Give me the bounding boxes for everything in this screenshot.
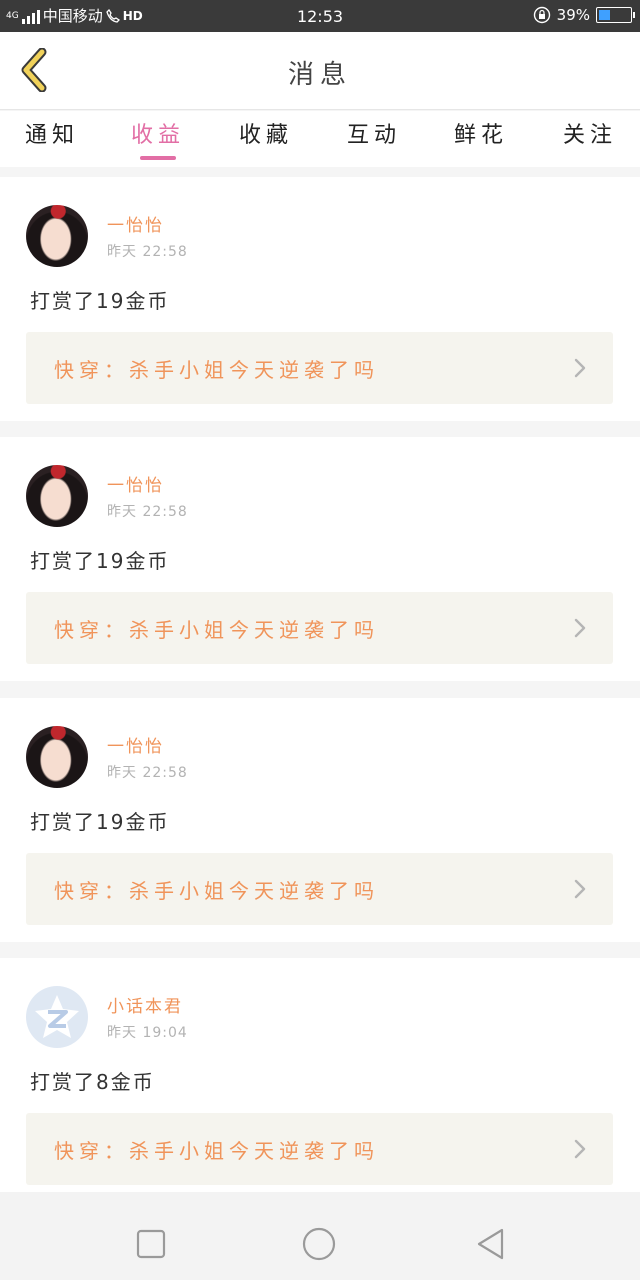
user-name[interactable]: 一怡怡 xyxy=(107,211,164,236)
book-link[interactable]: 快穿：杀手小姐今天逆袭了吗 xyxy=(26,592,613,664)
home-button[interactable] xyxy=(302,1227,336,1261)
message-time: 昨天 22:58 xyxy=(107,765,188,781)
system-nav-bar xyxy=(0,1192,640,1280)
user-name[interactable]: 一怡怡 xyxy=(107,732,164,757)
active-tab-indicator xyxy=(140,156,176,160)
reward-text: 打赏了8金币 xyxy=(30,1070,155,1094)
rotation-lock-icon xyxy=(533,6,550,24)
reward-text: 打赏了19金币 xyxy=(30,289,170,313)
book-title: 快穿：杀手小姐今天逆袭了吗 xyxy=(54,1139,379,1163)
tab-bar: 通知 收益 收藏 互动 鲜花 关注 xyxy=(0,111,640,167)
chevron-right-icon xyxy=(573,1139,587,1159)
book-title: 快穿：杀手小姐今天逆袭了吗 xyxy=(54,618,379,642)
book-title: 快穿：杀手小姐今天逆袭了吗 xyxy=(54,358,379,382)
user-name[interactable]: 一怡怡 xyxy=(107,471,164,496)
book-title: 快穿：杀手小姐今天逆袭了吗 xyxy=(54,879,379,903)
chevron-right-icon xyxy=(573,618,587,638)
avatar[interactable] xyxy=(26,726,88,788)
message-card: 小话本君昨天 19:04 打赏了8金币快穿：杀手小姐今天逆袭了吗 xyxy=(0,958,640,1202)
triangle-back-icon xyxy=(477,1228,504,1260)
message-card: 一怡怡昨天 22:58 打赏了19金币快穿：杀手小姐今天逆袭了吗 xyxy=(0,698,640,942)
chevron-right-icon xyxy=(573,879,587,899)
avatar[interactable] xyxy=(26,986,88,1048)
avatar[interactable] xyxy=(26,465,88,527)
tab-3[interactable]: 互动 xyxy=(334,117,414,149)
reward-text: 打赏了19金币 xyxy=(30,549,170,573)
square-icon xyxy=(136,1229,166,1259)
book-link[interactable]: 快穿：杀手小姐今天逆袭了吗 xyxy=(26,853,613,925)
avatar[interactable] xyxy=(26,205,88,267)
tab-2[interactable]: 收藏 xyxy=(226,117,306,149)
circle-icon xyxy=(302,1227,336,1261)
tab-4[interactable]: 鲜花 xyxy=(441,117,521,149)
recent-apps-button[interactable] xyxy=(134,1227,168,1261)
message-time: 昨天 22:58 xyxy=(107,244,188,260)
message-time: 昨天 19:04 xyxy=(107,1025,188,1041)
tab-0[interactable]: 通知 xyxy=(12,117,92,149)
app-logo-icon xyxy=(35,995,79,1038)
status-bar: 4G 中国移动 HD 12:53 39% xyxy=(0,0,640,32)
reward-text: 打赏了19金币 xyxy=(30,810,170,834)
user-name[interactable]: 小话本君 xyxy=(107,992,183,1017)
battery-icon xyxy=(596,7,635,23)
status-right: 39% xyxy=(533,6,635,24)
message-card: 一怡怡昨天 22:58 打赏了19金币快穿：杀手小姐今天逆袭了吗 xyxy=(0,177,640,421)
chevron-right-icon xyxy=(573,358,587,378)
battery-percent: 39% xyxy=(556,6,590,24)
battery-level xyxy=(599,10,611,20)
header: 消息 xyxy=(0,32,640,110)
back-nav-button[interactable] xyxy=(474,1227,508,1261)
book-link[interactable]: 快穿：杀手小姐今天逆袭了吗 xyxy=(26,332,613,404)
message-time: 昨天 22:58 xyxy=(107,504,188,520)
message-card: 一怡怡昨天 22:58 打赏了19金币快穿：杀手小姐今天逆袭了吗 xyxy=(0,437,640,681)
book-link[interactable]: 快穿：杀手小姐今天逆袭了吗 xyxy=(26,1113,613,1185)
tab-5[interactable]: 关注 xyxy=(550,117,630,149)
tab-1[interactable]: 收益 xyxy=(118,117,198,149)
page-title: 消息 xyxy=(287,60,352,90)
